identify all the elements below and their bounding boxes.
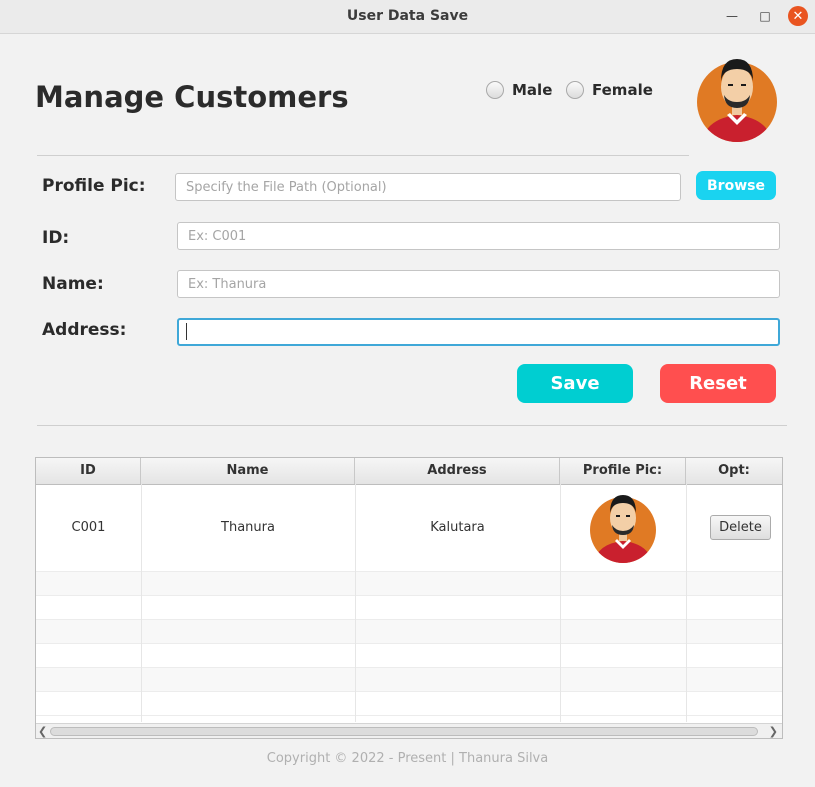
page-title: Manage Customers <box>35 80 349 114</box>
cell-address: Kalutara <box>430 520 485 535</box>
empty-row <box>36 572 782 596</box>
text-caret <box>186 323 187 340</box>
horizontal-scrollbar[interactable]: ❮ ❯ <box>36 723 782 738</box>
window-titlebar: User Data Save — □ ✕ <box>0 0 815 34</box>
row-divider <box>36 619 782 620</box>
row-divider <box>36 595 782 596</box>
divider <box>37 155 689 156</box>
name-input[interactable] <box>177 270 780 298</box>
name-label: Name: <box>42 274 104 294</box>
female-label: Female <box>592 81 653 99</box>
table-header: ID Name Address Profile Pic: Opt: <box>36 458 782 485</box>
address-label: Address: <box>42 320 127 340</box>
save-button[interactable]: Save <box>517 364 633 403</box>
column-divider <box>686 484 687 722</box>
scroll-right-icon[interactable]: ❯ <box>769 724 778 738</box>
radio-unchecked-icon[interactable] <box>486 81 504 99</box>
row-divider <box>36 571 782 572</box>
profile-avatar-icon <box>697 59 777 142</box>
column-header-address[interactable]: Address <box>355 458 560 484</box>
scrollbar-thumb[interactable] <box>50 727 758 736</box>
row-divider <box>36 715 782 716</box>
empty-row <box>36 620 782 644</box>
id-input[interactable] <box>177 222 780 250</box>
cell-name: Thanura <box>221 520 275 535</box>
id-label: ID: <box>42 228 70 248</box>
radio-unchecked-icon[interactable] <box>566 81 584 99</box>
window-title: User Data Save <box>346 8 469 24</box>
row-divider <box>36 667 782 668</box>
profile-pic-path-input[interactable] <box>175 173 681 201</box>
column-header-profile-pic[interactable]: Profile Pic: <box>560 458 686 484</box>
delete-button[interactable]: Delete <box>710 515 771 540</box>
scroll-left-icon[interactable]: ❮ <box>38 724 47 738</box>
column-header-name[interactable]: Name <box>141 458 355 484</box>
column-header-opt[interactable]: Opt: <box>686 458 782 484</box>
cell-id: C001 <box>71 520 106 535</box>
footer-copyright: Copyright © 2022 - Present | Thanura Sil… <box>266 751 549 766</box>
row-avatar-icon <box>590 495 656 563</box>
profile-pic-label: Profile Pic: <box>42 176 146 196</box>
row-divider <box>36 643 782 644</box>
reset-button[interactable]: Reset <box>660 364 776 403</box>
address-input[interactable] <box>177 318 780 346</box>
close-icon[interactable]: ✕ <box>788 6 808 26</box>
divider <box>37 425 787 426</box>
customers-table: ID Name Address Profile Pic: Opt: C001 T… <box>35 457 783 739</box>
column-header-id[interactable]: ID <box>36 458 141 484</box>
column-divider <box>560 484 561 722</box>
gender-female-radio[interactable]: Female <box>566 81 653 99</box>
row-divider <box>36 691 782 692</box>
minimize-icon[interactable]: — <box>722 6 742 26</box>
browse-button[interactable]: Browse <box>696 171 776 200</box>
empty-row <box>36 668 782 692</box>
maximize-icon[interactable]: □ <box>755 6 775 26</box>
male-label: Male <box>512 81 553 99</box>
gender-male-radio[interactable]: Male <box>486 81 552 99</box>
